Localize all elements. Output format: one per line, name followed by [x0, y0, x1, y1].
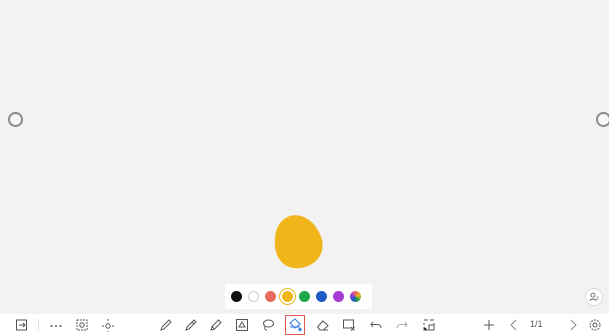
left-edge-handle[interactable] [8, 112, 23, 127]
whiteboard-canvas[interactable] [0, 0, 609, 312]
fill-icon[interactable] [285, 315, 305, 335]
color-palette [225, 284, 372, 309]
color-swatch[interactable] [299, 291, 310, 302]
next-page-icon[interactable] [565, 317, 581, 333]
pan-icon[interactable] [100, 317, 116, 333]
pen-icon[interactable] [158, 317, 174, 333]
color-swatch[interactable] [231, 291, 242, 302]
clear-icon[interactable] [341, 317, 357, 333]
switch-board-icon[interactable] [14, 317, 30, 333]
add-page-icon[interactable] [481, 317, 497, 333]
right-edge-handle[interactable] [596, 112, 609, 127]
redo-icon[interactable] [394, 317, 410, 333]
settings-icon[interactable] [587, 317, 603, 333]
color-swatch[interactable] [282, 291, 293, 302]
marker-icon[interactable] [208, 317, 224, 333]
highlighter-icon[interactable] [183, 317, 199, 333]
user-button[interactable] [585, 288, 603, 306]
color-swatch[interactable] [265, 291, 276, 302]
color-swatch[interactable] [248, 291, 259, 302]
color-swatch[interactable] [333, 291, 344, 302]
lasso-icon[interactable] [260, 317, 276, 333]
more-icon[interactable] [48, 317, 64, 333]
user-icon [589, 292, 599, 302]
grid-select-icon[interactable] [421, 317, 437, 333]
undo-icon[interactable] [368, 317, 384, 333]
bottom-toolbar: 1/1 [0, 314, 609, 336]
eraser-icon[interactable] [315, 317, 331, 333]
ink-stroke[interactable] [270, 212, 326, 272]
prev-page-icon[interactable] [506, 317, 522, 333]
color-swatch[interactable] [316, 291, 327, 302]
shape-icon[interactable] [234, 317, 250, 333]
page-indicator: 1/1 [530, 319, 543, 329]
custom-color-swatch[interactable] [350, 291, 361, 302]
sticker-icon[interactable] [74, 317, 90, 333]
toolbar-divider [38, 319, 39, 331]
